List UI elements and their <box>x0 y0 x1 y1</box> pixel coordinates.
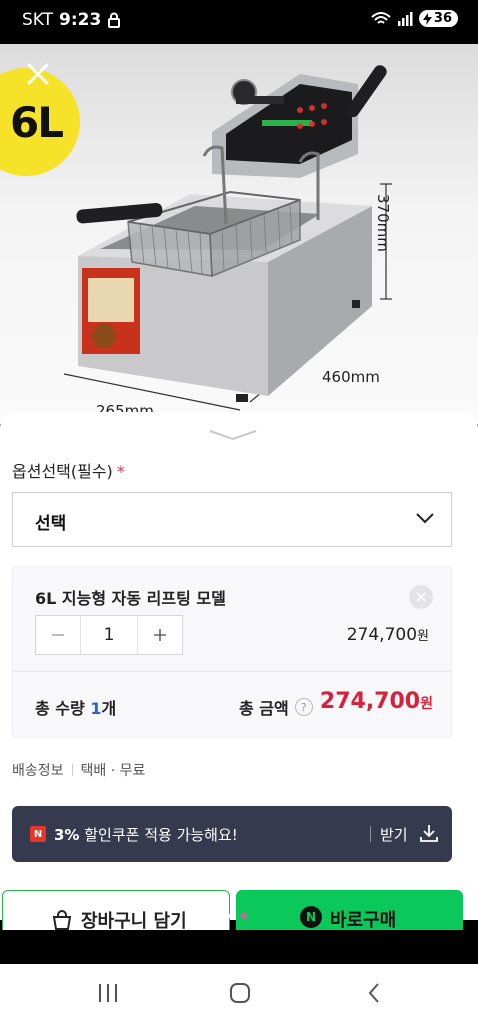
home-icon[interactable] <box>229 982 251 1004</box>
total-quantity-unit: 개 <box>101 699 117 718</box>
option-select-dropdown[interactable]: 선택 <box>12 492 452 547</box>
status-right: 36 <box>371 10 458 27</box>
page-indicator <box>222 912 248 920</box>
option-select-label: 옵션선택(필수) * <box>12 458 125 482</box>
battery-indicator: 36 <box>418 10 458 27</box>
coupon-separator <box>370 826 371 842</box>
app-root: SKT 9:23 36 6L 370mm 460mm 265mm 옵션선택(필수… <box>0 0 478 1024</box>
selected-option-card: 6L 지능형 자동 리프팅 모델 1 274,700원 총 수량 1개 총 금액… <box>12 566 452 738</box>
page-dot-active <box>222 912 230 920</box>
shipping-info: 배송정보 택배 · 무료 <box>12 760 145 780</box>
close-icon[interactable] <box>22 58 54 90</box>
plus-icon <box>154 629 166 641</box>
capacity-badge-text: 6L <box>10 98 64 147</box>
product-image-area: 6L 370mm 460mm 265mm <box>0 44 478 424</box>
minus-icon <box>52 634 64 636</box>
buy-now-button[interactable]: N 바로구매 <box>236 890 463 930</box>
close-icon <box>416 592 426 602</box>
coupon-text: 3% 할인쿠폰 적용 가능해요! <box>54 824 238 845</box>
option-select-label-text: 옵션선택(필수) <box>12 462 113 481</box>
lock-icon <box>108 12 121 28</box>
download-icon[interactable] <box>418 822 440 844</box>
option-select-value: 선택 <box>35 514 67 534</box>
add-to-cart-label: 장바구니 담기 <box>81 911 187 930</box>
decrease-quantity-button[interactable] <box>36 616 80 654</box>
quantity-value[interactable]: 1 <box>80 616 138 654</box>
selected-option-price-value: 274,700 <box>346 625 418 645</box>
selected-option-name: 6L 지능형 자동 리프팅 모델 <box>35 589 226 608</box>
total-amount-unit: 원 <box>420 696 433 712</box>
selected-option-price: 274,700원 <box>347 625 429 645</box>
battery-level: 36 <box>433 11 452 26</box>
coupon-message: 할인쿠폰 적용 가능해요! <box>84 826 238 844</box>
recent-apps-icon[interactable] <box>96 982 120 1004</box>
coupon-banner[interactable]: N 3% 할인쿠폰 적용 가능해요! 받기 <box>12 806 452 862</box>
back-icon[interactable] <box>366 982 382 1004</box>
help-icon[interactable]: ? <box>294 698 313 716</box>
dimension-width-label: 460mm <box>322 368 380 386</box>
dimension-height-label: 370mm <box>374 194 392 252</box>
quantity-stepper: 1 <box>35 615 183 655</box>
total-quantity-value: 1 <box>90 699 102 718</box>
shipping-separator <box>71 764 73 776</box>
system-navigation-bar <box>0 964 478 1024</box>
charging-bolt-icon <box>422 12 432 25</box>
total-amount: 274,700원 <box>320 689 433 714</box>
total-amount-label-text: 총 금액 <box>239 699 289 718</box>
add-to-cart-button[interactable]: 장바구니 담기 <box>2 890 230 930</box>
page-dot <box>240 912 248 920</box>
shipping-info-label: 배송정보 <box>12 763 64 779</box>
remove-option-button[interactable] <box>409 585 433 609</box>
total-amount-label: 총 금액 ? <box>239 695 313 719</box>
naver-n-icon: N <box>30 826 46 842</box>
divider <box>13 671 451 672</box>
clock: 9:23 <box>59 10 102 30</box>
total-quantity: 총 수량 1개 <box>35 695 116 719</box>
shopping-bag-icon <box>52 910 72 930</box>
sheet-collapse-chevron-icon[interactable] <box>206 428 260 442</box>
chevron-down-icon <box>416 513 434 524</box>
selected-option-price-unit: 원 <box>417 629 429 644</box>
coupon-percent: 3% <box>54 826 80 844</box>
required-mark: * <box>116 462 125 481</box>
purchase-option-sheet: 옵션선택(필수) * 선택 6L 지능형 자동 리프팅 모델 1 274,700… <box>0 412 478 930</box>
shipping-info-value: 택배 · 무료 <box>80 763 146 779</box>
increase-quantity-button[interactable] <box>138 616 182 654</box>
naver-pay-icon: N <box>300 906 322 928</box>
coupon-receive-button[interactable]: 받기 <box>380 824 408 845</box>
total-quantity-label: 총 수량 <box>35 699 85 718</box>
signal-icon <box>397 11 413 26</box>
status-bar: SKT 9:23 36 <box>0 0 478 44</box>
total-amount-value: 274,700 <box>319 689 421 714</box>
status-left: SKT 9:23 <box>22 10 121 30</box>
wifi-icon <box>371 11 391 24</box>
buy-now-label: 바로구매 <box>330 910 397 930</box>
carrier-label: SKT <box>22 10 54 30</box>
